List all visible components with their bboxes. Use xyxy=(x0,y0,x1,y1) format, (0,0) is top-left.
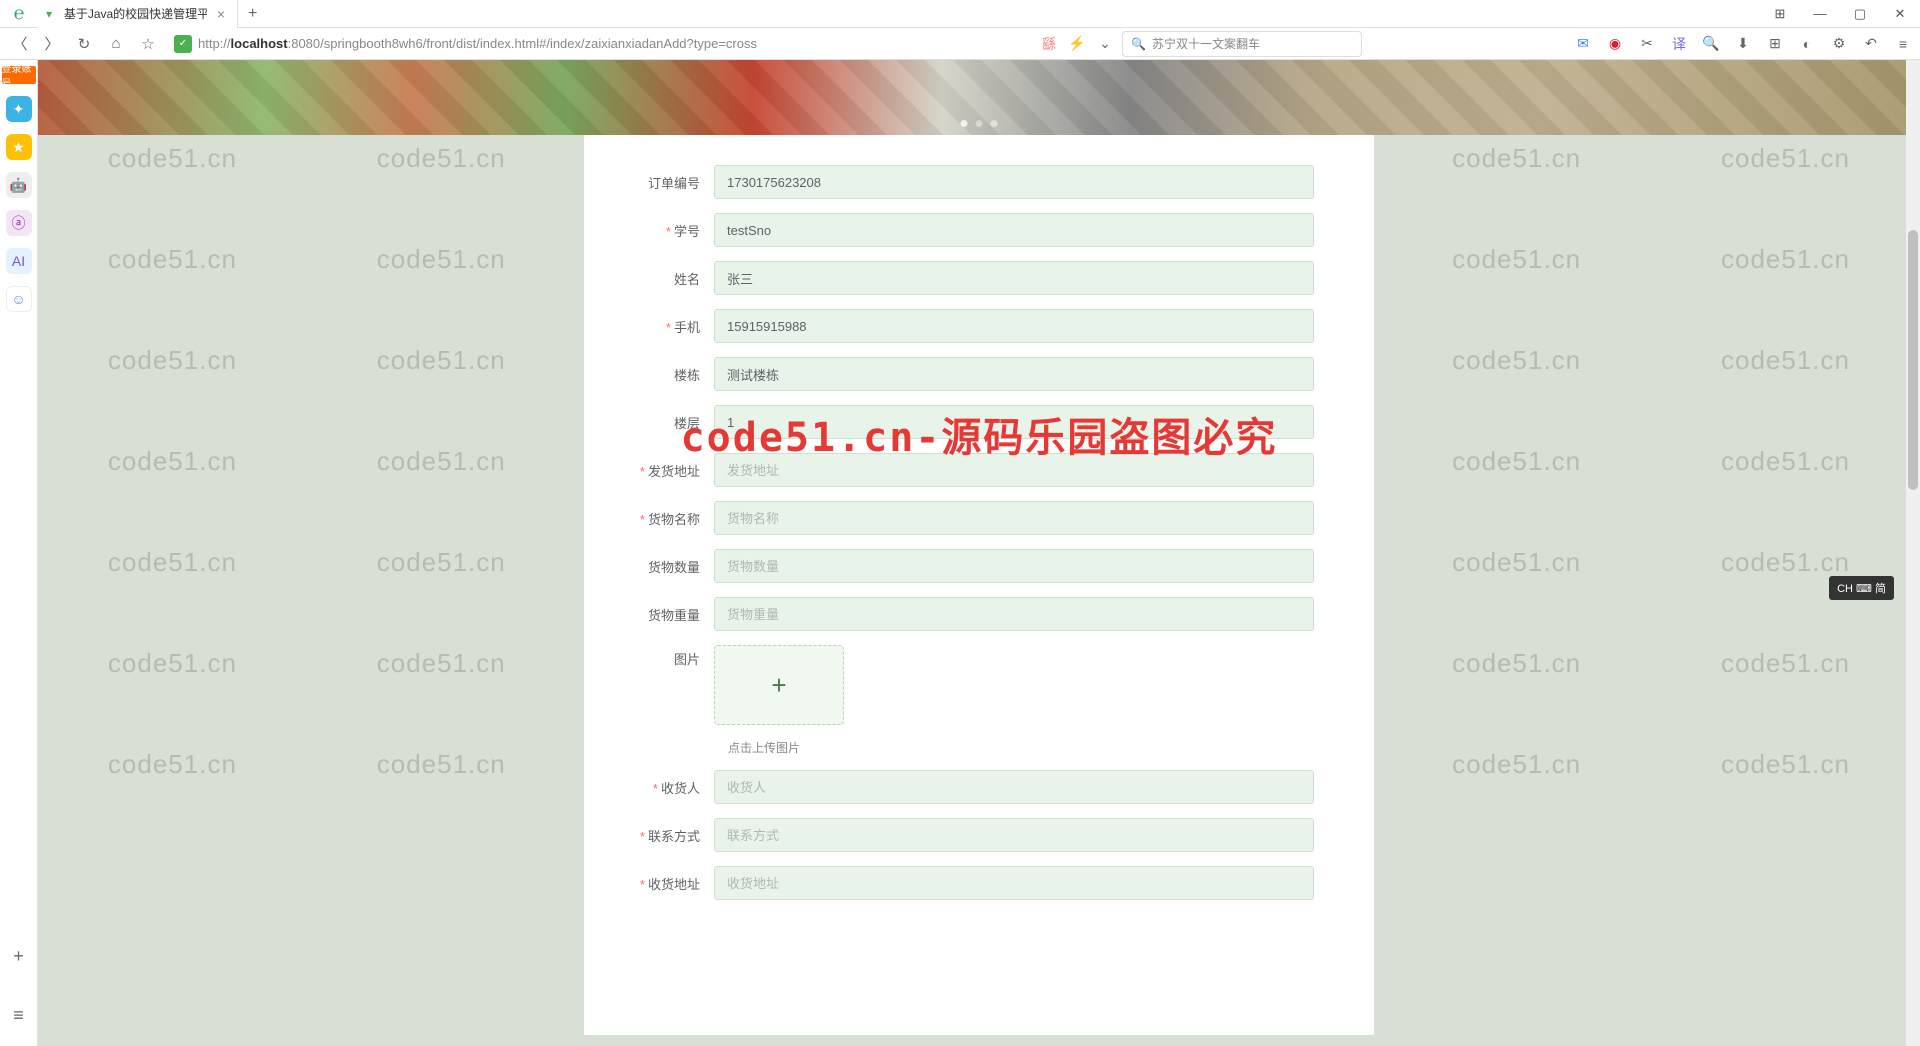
sidebar-robot-icon[interactable]: 🤖 xyxy=(6,172,32,198)
titlebar: ℮ ▾ 基于Java的校园快递管理平台的 × + ⊞ — ▢ ✕ xyxy=(0,0,1920,28)
input-student-no[interactable] xyxy=(714,213,1314,247)
input-name[interactable] xyxy=(714,261,1314,295)
new-tab-button[interactable]: + xyxy=(238,5,267,23)
scroll-thumb[interactable] xyxy=(1908,230,1918,490)
apps-icon[interactable]: ⊞ xyxy=(1766,35,1784,53)
input-building[interactable] xyxy=(714,357,1314,391)
label-goods-qty: 货物数量 xyxy=(624,557,714,576)
mail-icon[interactable]: ✉ xyxy=(1574,35,1592,53)
translate2-icon[interactable]: 译 xyxy=(1670,35,1688,53)
sidebar-app1-icon[interactable]: ✦ xyxy=(6,96,32,122)
plus-icon: + xyxy=(771,670,786,701)
zoom-icon[interactable]: 🔍 xyxy=(1702,35,1720,53)
input-phone[interactable] xyxy=(714,309,1314,343)
input-ship-addr[interactable] xyxy=(714,453,1314,487)
search-placeholder: 苏宁双十一文案翻车 xyxy=(1152,35,1260,52)
image-upload-button[interactable]: + xyxy=(714,645,844,725)
sidebar-menu-icon[interactable]: ≡ xyxy=(13,1005,24,1026)
url-text: http://localhost:8080/springbooth8wh6/fr… xyxy=(198,36,757,51)
label-receiver: *收货人 xyxy=(624,778,714,797)
browser-tab[interactable]: ▾ 基于Java的校园快递管理平台的 × xyxy=(38,0,238,28)
banner xyxy=(38,60,1920,135)
minimize-icon[interactable]: — xyxy=(1800,0,1840,28)
maximize-icon[interactable]: ▢ xyxy=(1840,0,1880,28)
input-goods-name[interactable] xyxy=(714,501,1314,535)
input-order-no[interactable] xyxy=(714,165,1314,199)
page-content: code51.cn code51.cn code51.cn code51.cn … xyxy=(38,60,1920,1046)
label-floor: 楼层 xyxy=(624,413,714,432)
sidebar-star-icon[interactable]: ★ xyxy=(6,134,32,160)
window-controls: ⊞ — ▢ ✕ xyxy=(1760,0,1920,28)
tab-title: 基于Java的校园快递管理平台的 xyxy=(64,5,207,22)
browser-logo-icon[interactable]: ℮ xyxy=(0,0,38,28)
reload-icon[interactable]: ↻ xyxy=(72,32,96,56)
sidebar-discord-icon[interactable]: ☺ xyxy=(6,286,32,312)
home-icon[interactable]: ⌂ xyxy=(104,32,128,56)
addressbar: 〈 〉 ↻ ⌂ ☆ ✓ http://localhost:8080/spring… xyxy=(0,28,1920,60)
label-image: 图片 xyxy=(624,645,714,668)
label-goods-weight: 货物重量 xyxy=(624,605,714,624)
restore-icon[interactable]: ↶ xyxy=(1862,35,1880,53)
input-contact[interactable] xyxy=(714,818,1314,852)
label-goods-name: *货物名称 xyxy=(624,509,714,528)
label-building: 楼栋 xyxy=(624,365,714,384)
url-input[interactable]: ✓ http://localhost:8080/springbooth8wh6/… xyxy=(168,31,828,57)
ime-indicator[interactable]: CH ⌨ 简 xyxy=(1829,576,1894,600)
translate-icon[interactable]: 繇 xyxy=(1040,35,1058,53)
label-recv-addr: *收货地址 xyxy=(624,874,714,893)
input-goods-weight[interactable] xyxy=(714,597,1314,631)
weibo-icon[interactable]: ◉ xyxy=(1606,35,1624,53)
carousel-dot-3[interactable] xyxy=(991,120,998,127)
left-sidebar: 登录账号 ✦ ★ 🤖 ⓐ AI ☺ + ≡ xyxy=(0,60,38,1046)
label-order-no: 订单编号 xyxy=(624,173,714,192)
menu-icon[interactable]: ≡ xyxy=(1894,35,1912,53)
sidebar-ai2-icon[interactable]: AI xyxy=(6,248,32,274)
close-window-icon[interactable]: ✕ xyxy=(1880,0,1920,28)
forward-icon[interactable]: 〉 xyxy=(40,32,64,56)
sidebar-ai-icon[interactable]: ⓐ xyxy=(6,210,32,236)
color-icon[interactable]: ◐ xyxy=(1798,35,1816,53)
upload-hint: 点击上传图片 xyxy=(728,739,1314,756)
label-ship-addr: *发货地址 xyxy=(624,461,714,480)
input-goods-qty[interactable] xyxy=(714,549,1314,583)
label-phone: *手机 xyxy=(624,317,714,336)
download-icon[interactable]: ⬇ xyxy=(1734,35,1752,53)
carousel-dot-1[interactable] xyxy=(961,120,968,127)
carousel-dot-2[interactable] xyxy=(976,120,983,127)
input-floor[interactable] xyxy=(714,405,1314,439)
dropdown-icon[interactable]: ⌄ xyxy=(1096,35,1114,53)
label-student-no: *学号 xyxy=(624,221,714,240)
label-contact: *联系方式 xyxy=(624,826,714,845)
tab-favicon-icon: ▾ xyxy=(46,7,58,21)
security-badge-icon: ✓ xyxy=(174,35,192,53)
tab-close-icon[interactable]: × xyxy=(213,6,229,22)
favorite-icon[interactable]: ☆ xyxy=(136,32,160,56)
sidebar-add-icon[interactable]: + xyxy=(13,946,24,967)
input-recv-addr[interactable] xyxy=(714,866,1314,900)
search-icon: 🔍 xyxy=(1131,37,1146,51)
bolt-icon[interactable]: ⚡ xyxy=(1068,35,1086,53)
login-badge[interactable]: 登录账号 xyxy=(2,66,36,84)
order-form: 订单编号 *学号 姓名 *手机 楼栋 楼层 *发货地址 *货物名 xyxy=(584,135,1374,1035)
back-icon[interactable]: 〈 xyxy=(8,32,32,56)
window-menu-icon[interactable]: ⊞ xyxy=(1760,0,1800,28)
toolbar-icons: ✉ ◉ ✂ 译 🔍 ⬇ ⊞ ◐ ⚙ ↶ ≡ xyxy=(1574,35,1912,53)
settings-icon[interactable]: ⚙ xyxy=(1830,35,1848,53)
input-receiver[interactable] xyxy=(714,770,1314,804)
carousel-dots[interactable] xyxy=(961,120,998,127)
scissors-icon[interactable]: ✂ xyxy=(1638,35,1656,53)
search-input[interactable]: 🔍 苏宁双十一文案翻车 xyxy=(1122,31,1362,57)
label-name: 姓名 xyxy=(624,269,714,288)
vertical-scrollbar[interactable] xyxy=(1906,60,1920,1046)
